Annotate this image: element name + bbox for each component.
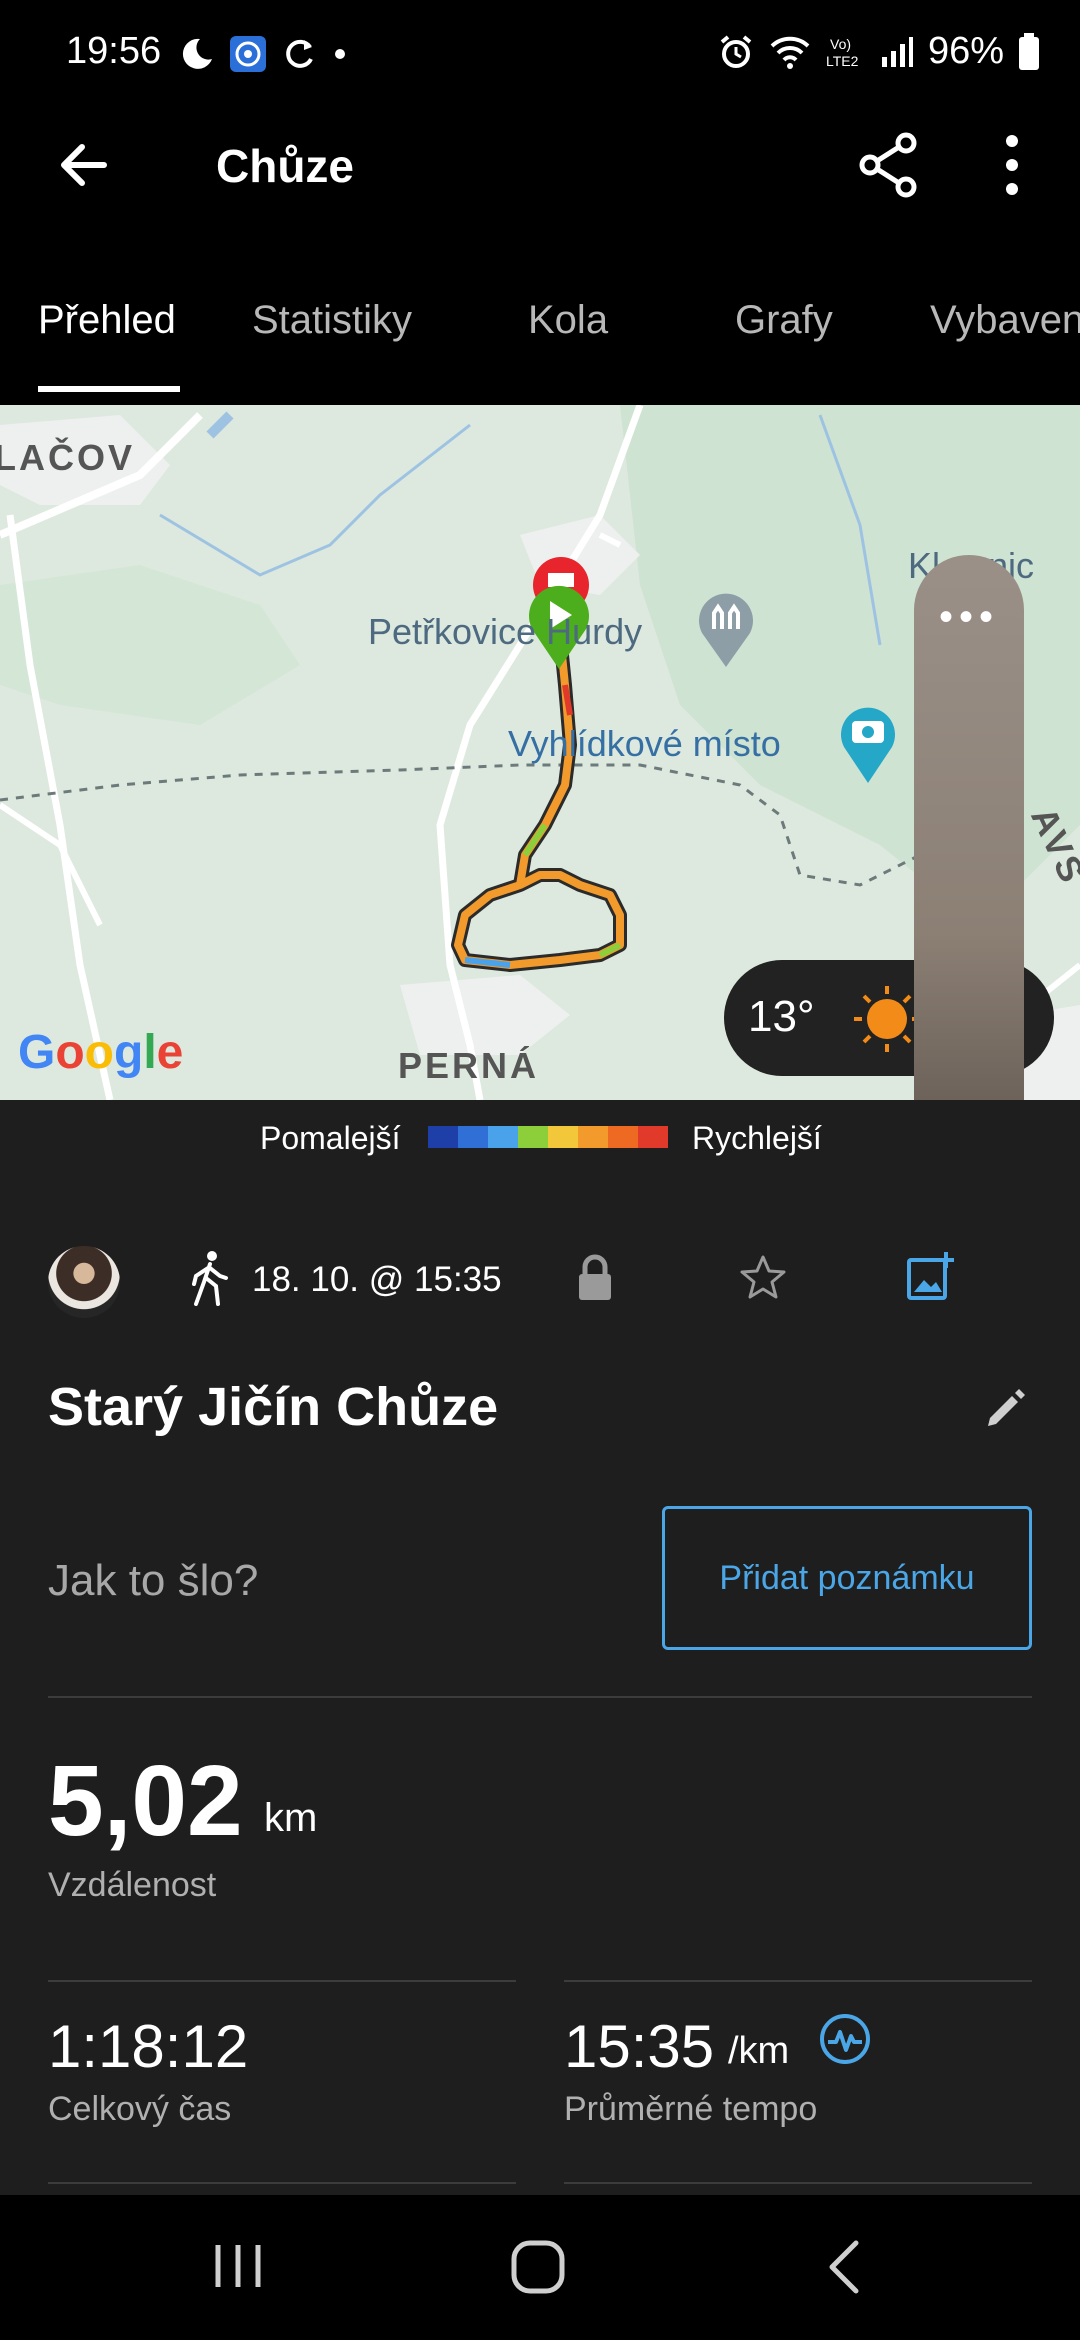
tab-grafy[interactable]: Grafy [735,298,833,343]
page-title: Chůze [216,140,354,192]
map-label-viewpoint: Vyhlídkové místo [508,723,781,764]
status-bar: 19:56 Vo) LTE2 96% [0,0,1080,105]
map-label-town-bottom: PERNÁ [398,1045,540,1086]
legend-fast-label: Rychlejší [692,1120,822,1156]
camera-pin-icon [841,707,895,783]
system-nav-bar [0,2195,1080,2340]
avg-pace-label: Průměrné tempo [564,2090,818,2128]
tab-statistiky[interactable]: Statistiky [252,298,412,343]
legend-color-segment [548,1126,578,1148]
tab-kola[interactable]: Kola [528,298,608,343]
network-label: LTE2 [826,53,859,69]
activity-meta-row: 18. 10. @ 15:35 [0,1210,1080,1318]
activity-title: Starý Jičín Chůze [48,1377,499,1437]
status-time: 19:56 [66,30,162,72]
status-icons-right: Vo) LTE2 96% [718,30,1040,73]
moon-icon [182,38,212,69]
star-icon[interactable] [738,1252,788,1302]
signal-icon [881,36,913,67]
distance-label: Vzdálenost [48,1866,217,1904]
divider [48,1980,516,1982]
church-icon [699,593,753,667]
recent-apps-icon[interactable] [210,2241,266,2291]
divider [564,2182,1032,2184]
legend-color-segment [608,1126,638,1148]
map-menu-button[interactable]: ••• [914,595,1024,640]
map-controls-pill: ••• [914,555,1024,1185]
pace-chart-icon[interactable] [818,2012,872,2066]
wifi-icon [770,36,810,69]
nav-back-icon[interactable] [820,2239,870,2295]
legend-color-segment [488,1126,518,1148]
add-note-button[interactable]: Přidat poznámku [662,1506,1032,1650]
activity-details: 18. 10. @ 15:35 Starý Jičín Chůze Jak to… [0,1180,1080,2195]
legend-slow-label: Pomalejší [260,1120,401,1156]
activity-date: 18. 10. @ 15:35 [252,1260,502,1299]
legend-color-segment [518,1126,548,1148]
distance-unit: km [264,1796,318,1840]
map-label-place-top: Petřkovice Hurdy [368,611,643,652]
legend-color-segment [458,1126,488,1148]
tab-indicator [38,386,180,392]
avatar[interactable] [48,1246,120,1318]
walking-icon [192,1251,228,1306]
weather-temperature: 13° [748,992,815,1041]
app-bar: Chůze [0,105,1080,225]
app-notification-icon [230,36,266,72]
back-button[interactable] [48,129,120,201]
avg-pace-unit: /km [728,2030,790,2072]
alarm-icon [720,34,752,68]
divider [48,2182,516,2184]
home-icon[interactable] [510,2239,566,2295]
lock-icon[interactable] [576,1254,614,1302]
avg-pace-value: 15:35 [564,2013,715,2080]
sun-icon [854,986,920,1052]
more-vert-icon [1006,135,1018,195]
more-options-button[interactable] [982,129,1042,201]
share-icon [859,132,917,198]
distance-value: 5,02 [48,1745,243,1857]
share-button[interactable] [852,129,924,201]
tab-prehled[interactable]: Přehled [38,298,176,343]
pace-legend: Pomalejší Rychlejší [0,1100,1080,1180]
battery-percent: 96% [927,30,1004,72]
total-time-value: 1:18:12 [48,2013,249,2080]
add-photo-icon[interactable] [906,1250,956,1302]
legend-color-bar [428,1126,668,1148]
dot-icon [335,49,345,59]
divider [48,1696,1032,1698]
sync-icon [286,39,313,68]
status-icons-left [178,34,350,74]
volte-icon: Vo)LTE2 [826,36,859,69]
note-prompt: Jak to šlo? [48,1556,259,1605]
tab-vybaveni[interactable]: Vybaven [930,298,1080,343]
arrow-back-icon [61,144,107,186]
google-logo: Google [18,1026,184,1079]
legend-color-segment [578,1126,608,1148]
divider [564,1980,1032,1982]
legend-color-segment [428,1126,458,1148]
battery-icon [1019,32,1039,70]
legend-color-segment [638,1126,668,1148]
edit-icon[interactable] [984,1386,1028,1430]
map-label-town-left: LAČOV [0,437,135,478]
total-time-label: Celkový čas [48,2090,232,2128]
tab-bar: Přehled Statistiky Kola Grafy Vybaven [0,270,1080,392]
svg-text:Vo): Vo) [830,36,851,52]
